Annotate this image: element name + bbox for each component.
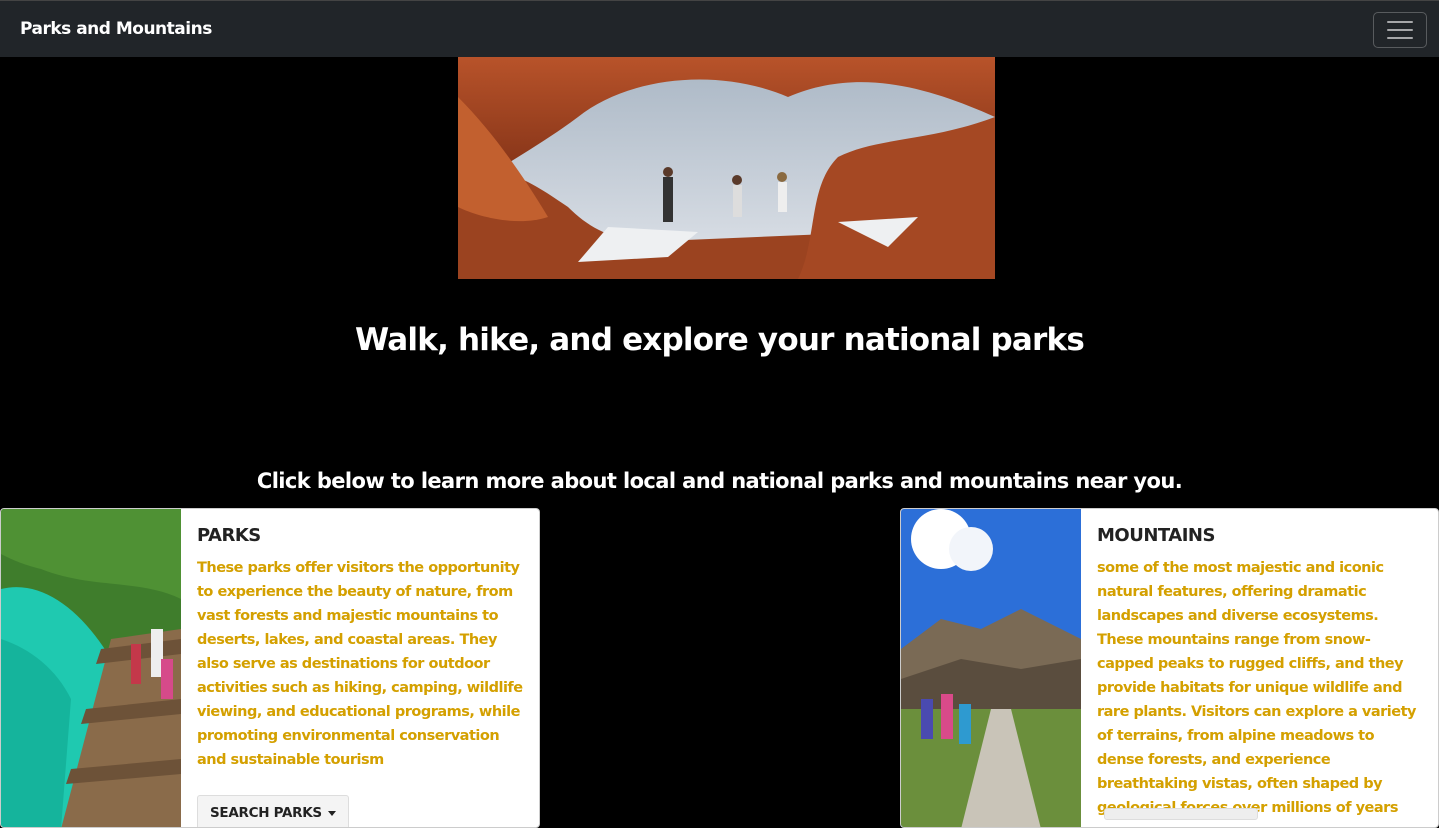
parks-card-body: PARKS These parks offer visitors the opp… (197, 525, 525, 827)
search-parks-button-label: SEARCH PARKS (210, 805, 322, 821)
navbar-toggler-button[interactable] (1373, 12, 1427, 48)
parks-card: PARKS These parks offer visitors the opp… (0, 508, 540, 828)
hamburger-icon-bar (1387, 29, 1413, 31)
search-parks-button[interactable]: SEARCH PARKS (197, 795, 349, 827)
page-headline: Walk, hike, and explore your national pa… (355, 322, 1085, 358)
page-subheadline: Click below to learn more about local an… (256, 469, 1183, 493)
mountains-card-description: some of the most majestic and iconic nat… (1097, 560, 1417, 816)
navbar: Parks and Mountains (0, 0, 1439, 57)
mountains-card-image (901, 509, 1081, 827)
parks-card-description: These parks offer visitors the opportuni… (197, 560, 523, 768)
hero-image (446, 57, 995, 279)
mountains-card: MOUNTAINS some of the most majestic and … (900, 508, 1439, 828)
caret-down-icon (327, 810, 336, 816)
mountains-card-body: MOUNTAINS some of the most majestic and … (1097, 525, 1424, 820)
parks-card-title: PARKS (197, 525, 261, 546)
parks-card-image (1, 509, 181, 827)
mountains-card-title: MOUNTAINS (1097, 525, 1215, 546)
hamburger-icon (1387, 21, 1413, 23)
brand-link[interactable]: Parks and Mountains (20, 19, 212, 39)
search-mountains-button[interactable] (1104, 808, 1258, 820)
hamburger-icon-bar (1387, 37, 1413, 39)
